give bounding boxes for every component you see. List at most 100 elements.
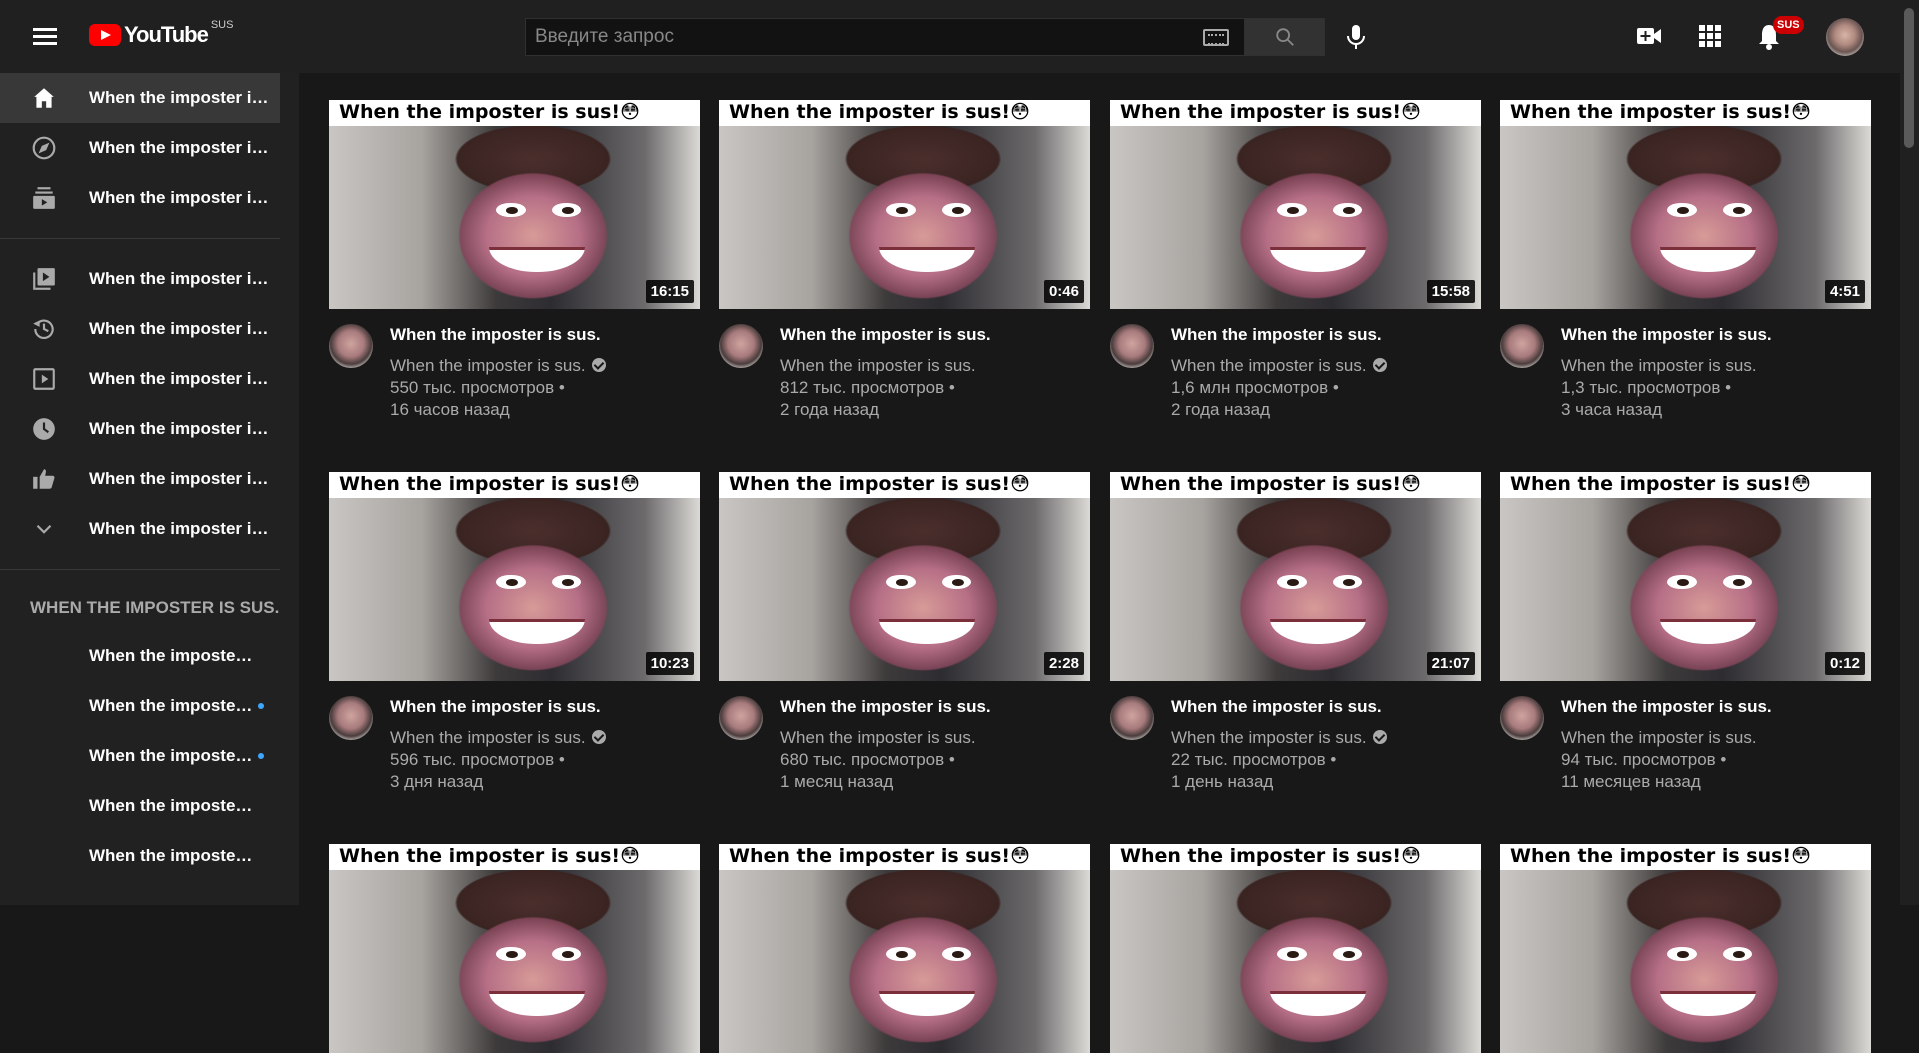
apps-button[interactable] (1698, 24, 1722, 53)
search-input[interactable] (525, 18, 1245, 56)
video-duration: 2:28 (1043, 652, 1084, 675)
voice-search-button[interactable] (1344, 24, 1368, 50)
video-meta: When the imposter is sus. When the impost… (1500, 681, 1871, 821)
thumbnail-image (1110, 126, 1481, 309)
thumbnail-caption: When the imposter is sus!😳 (1500, 100, 1871, 126)
channel-name-text: When the imposter is sus. (390, 728, 586, 747)
channel-name[interactable]: When the imposter is sus. (1171, 356, 1387, 376)
video-thumbnail[interactable]: When the imposter is sus!😳 0:12 (1500, 472, 1871, 681)
sidebar-item[interactable]: When the imposter is sus. (0, 681, 299, 731)
logo-text: YouTube (124, 22, 209, 47)
upload-time: 16 часов назад (390, 400, 510, 419)
thumbnail-caption: When the imposter is sus!😳 (1110, 844, 1481, 870)
channel-avatar[interactable] (329, 696, 373, 740)
video-title[interactable]: When the imposter is sus. (780, 697, 991, 717)
create-video-button[interactable] (1636, 24, 1662, 53)
video-thumbnail[interactable]: When the imposter is sus!😳 (719, 844, 1090, 1053)
channel-name[interactable]: When the imposter is sus. (390, 728, 606, 748)
video-title[interactable]: When the imposter is sus. (1561, 325, 1772, 345)
sidebar-item[interactable]: When the imposter is sus. (0, 254, 299, 304)
youtube-play-icon (89, 24, 121, 46)
video-thumbnail[interactable]: When the imposter is sus!😳 4:51 (1500, 100, 1871, 309)
video-title[interactable]: When the imposter is sus. (1171, 697, 1382, 717)
menu-hamburger-icon[interactable] (30, 24, 60, 50)
thumbnail-image (719, 498, 1090, 681)
microphone-icon (1347, 25, 1365, 49)
sidebar-item[interactable]: When the imposter is sus. (0, 404, 299, 454)
sidebar-item[interactable]: When the imposter is sus. (0, 73, 280, 123)
channel-avatar[interactable] (719, 324, 763, 368)
channel-name[interactable]: When the imposter is sus. (1561, 728, 1757, 748)
sidebar-item[interactable]: When the imposter is sus. (0, 504, 299, 554)
video-thumbnail[interactable]: When the imposter is sus!😳 10:23 (329, 472, 700, 681)
video-title[interactable]: When the imposter is sus. (390, 697, 601, 717)
video-thumbnail[interactable]: When the imposter is sus!😳 (1500, 844, 1871, 1053)
sidebar-item-label: When the imposter is sus. (89, 696, 259, 715)
scrollbar-thumb[interactable] (1904, 8, 1914, 148)
apps-grid-icon (1699, 25, 1721, 47)
view-count: 550 тыс. просмотров • (390, 378, 565, 397)
page-scrollbar[interactable] (1900, 0, 1919, 905)
video-title[interactable]: When the imposter is sus. (780, 325, 991, 345)
keyboard-icon[interactable] (1203, 29, 1229, 46)
video-thumbnail[interactable]: When the imposter is sus!😳 21:07 (1110, 472, 1481, 681)
verified-badge-icon (591, 730, 606, 744)
channel-avatar[interactable] (329, 324, 373, 368)
chevron-down-icon (30, 515, 58, 543)
video-thumbnail[interactable]: When the imposter is sus!😳 (1110, 844, 1481, 1053)
sidebar-item[interactable]: When the imposter is sus. (0, 831, 299, 881)
view-count: 1,3 тыс. просмотров • (1561, 378, 1732, 397)
video-camera-add-icon (1637, 28, 1661, 44)
channel-name[interactable]: When the imposter is sus. (390, 356, 606, 376)
sidebar-item[interactable]: When the imposter is sus. (0, 173, 299, 223)
search-button[interactable] (1245, 18, 1325, 56)
channel-avatar[interactable] (1110, 324, 1154, 368)
sidebar-item[interactable]: When the imposter is sus. (0, 123, 299, 173)
video-title[interactable]: When the imposter is sus. (1171, 325, 1382, 345)
sidebar-item[interactable]: When the imposter is sus. (0, 454, 299, 504)
video-duration: 4:51 (1824, 280, 1865, 303)
channel-name[interactable]: When the imposter is sus. (780, 728, 976, 748)
channel-avatar[interactable] (1500, 696, 1544, 740)
video-thumbnail[interactable]: When the imposter is sus!😳 15:58 (1110, 100, 1481, 309)
video-thumbnail[interactable]: When the imposter is sus!😳 0:46 (719, 100, 1090, 309)
channel-name[interactable]: When the imposter is sus. (780, 356, 976, 376)
channel-name[interactable]: When the imposter is sus. (1561, 356, 1757, 376)
video-meta: When the imposter is sus. When the impost… (329, 309, 700, 449)
video-card: When the imposter is sus!😳 10:23 When the … (329, 472, 700, 821)
logo-country-code: SUS (210, 19, 234, 31)
channel-avatar[interactable] (719, 696, 763, 740)
account-avatar[interactable] (1826, 18, 1864, 56)
video-thumbnail[interactable]: When the imposter is sus!😳 2:28 (719, 472, 1090, 681)
video-thumbnail[interactable]: When the imposter is sus!😳 16:15 (329, 100, 700, 309)
new-content-dot (258, 753, 264, 759)
sidebar-item[interactable]: When the imposter is sus. (0, 304, 299, 354)
sidebar: When the imposter is sus. When the impost… (0, 73, 299, 905)
video-thumbnail[interactable]: When the imposter is sus!😳 (329, 844, 700, 1053)
sidebar-item[interactable]: When the imposter is sus. (0, 781, 299, 831)
upload-time: 3 дня назад (390, 772, 484, 791)
channel-name-text: When the imposter is sus. (780, 356, 976, 375)
sidebar-item[interactable]: When the imposter is sus. (0, 731, 299, 781)
view-count: 22 тыс. просмотров • (1171, 750, 1337, 769)
sidebar-item-label: When the imposter is sus. (89, 369, 269, 388)
thumbnail-caption: When the imposter is sus!😳 (719, 844, 1090, 870)
sidebar-divider (0, 238, 280, 239)
upload-time: 2 года назад (780, 400, 880, 419)
verified-badge-icon (1372, 358, 1387, 372)
channel-avatar[interactable] (1110, 696, 1154, 740)
sidebar-item[interactable]: When the imposter is sus. (0, 631, 299, 681)
sidebar-item-label: When the imposter is sus. (89, 519, 269, 538)
sidebar-item-label: When the imposter is sus. (89, 646, 259, 665)
top-bar: YouTube SUS SUS (0, 0, 1900, 73)
channel-name[interactable]: When the imposter is sus. (1171, 728, 1387, 748)
channel-avatar[interactable] (1500, 324, 1544, 368)
video-title[interactable]: When the imposter is sus. (390, 325, 601, 345)
video-card: When the imposter is sus!😳 (329, 844, 700, 1053)
home-icon (30, 84, 58, 112)
sidebar-divider (0, 569, 280, 570)
video-meta: When the imposter is sus. When the impost… (1110, 309, 1481, 449)
youtube-logo[interactable]: YouTube SUS (89, 19, 234, 48)
video-title[interactable]: When the imposter is sus. (1561, 697, 1772, 717)
sidebar-item[interactable]: When the imposter is sus. (0, 354, 299, 404)
